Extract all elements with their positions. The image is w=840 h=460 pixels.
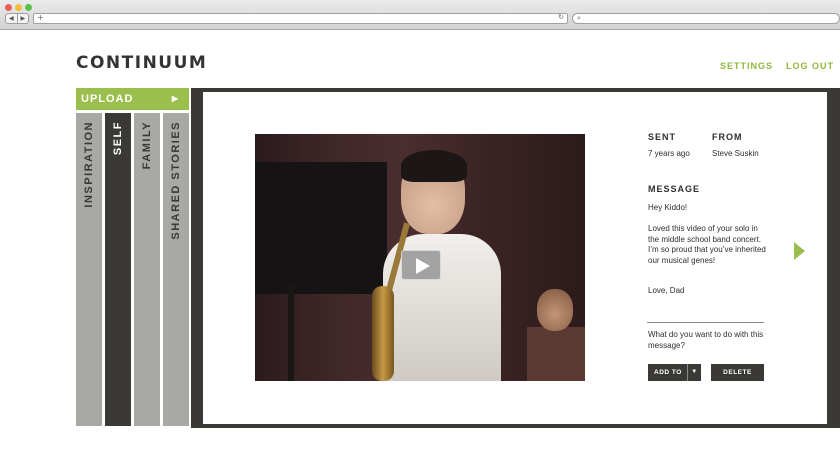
tab-label: SELF xyxy=(112,121,124,156)
settings-link[interactable]: SETTINGS xyxy=(720,61,773,71)
tab-self[interactable]: SELF xyxy=(105,113,131,426)
action-prompt: What do you want to do with this message… xyxy=(648,330,764,350)
upload-button[interactable]: UPLOAD ▶ xyxy=(76,88,189,110)
chevron-down-icon[interactable]: ▼ xyxy=(687,364,701,381)
tab-shared-stories[interactable]: SHARED STORIES xyxy=(163,113,189,426)
back-icon[interactable]: ◀ xyxy=(6,14,17,23)
video-player[interactable] xyxy=(255,134,585,381)
video-frame-stand-pole xyxy=(288,284,294,381)
message-greeting: Hey Kiddo! xyxy=(648,203,688,212)
minimize-window-button[interactable] xyxy=(15,4,22,11)
sent-label: SENT xyxy=(648,132,677,142)
upload-arrow-icon: ▶ xyxy=(171,94,179,103)
divider xyxy=(647,322,764,323)
zoom-window-button[interactable] xyxy=(25,4,32,11)
add-to-label: ADD TO xyxy=(654,369,682,376)
address-bar[interactable]: + ↻ xyxy=(33,13,568,24)
tab-family[interactable]: FAMILY xyxy=(134,113,160,426)
nav-buttons: ◀ ▶ xyxy=(5,13,29,24)
video-frame-background-head xyxy=(537,289,573,331)
message-panel: SENT FROM 7 years ago Steve Suskin MESSA… xyxy=(191,88,840,428)
message-card: SENT FROM 7 years ago Steve Suskin MESSA… xyxy=(203,92,827,424)
message-label: MESSAGE xyxy=(648,184,701,194)
from-value: Steve Suskin xyxy=(712,149,759,158)
video-frame-background-figure xyxy=(527,327,585,381)
logout-link[interactable]: LOG OUT xyxy=(786,61,834,71)
reload-icon[interactable]: ↻ xyxy=(558,13,564,21)
video-frame-music-stand xyxy=(255,162,387,294)
sent-value: 7 years ago xyxy=(648,149,690,158)
forward-icon[interactable]: ▶ xyxy=(16,14,29,23)
tab-label: INSPIRATION xyxy=(83,121,95,208)
video-frame-saxophone xyxy=(372,286,394,381)
add-to-button[interactable]: ADD TO ▼ xyxy=(648,364,701,381)
message-signoff: Love, Dad xyxy=(648,286,685,295)
next-arrow-icon[interactable] xyxy=(794,242,805,260)
app-logo: CONTINUUM xyxy=(76,53,208,73)
close-window-button[interactable] xyxy=(5,4,12,11)
upload-label: UPLOAD xyxy=(81,93,134,105)
play-icon[interactable] xyxy=(401,250,441,280)
browser-toolbar: ◀ ▶ + ↻ ⌕ xyxy=(0,0,840,30)
browser-search-field[interactable]: ⌕ xyxy=(572,13,840,24)
tab-label: FAMILY xyxy=(141,121,153,170)
message-body: Loved this video of your solo in the mid… xyxy=(648,224,766,265)
delete-button[interactable]: DELETE xyxy=(711,364,764,381)
tab-inspiration[interactable]: INSPIRATION xyxy=(76,113,102,426)
tab-label: SHARED STORIES xyxy=(170,121,182,240)
from-label: FROM xyxy=(712,132,743,142)
plus-icon[interactable]: + xyxy=(37,13,44,22)
video-frame-hair xyxy=(401,150,467,182)
search-icon: ⌕ xyxy=(577,14,581,22)
